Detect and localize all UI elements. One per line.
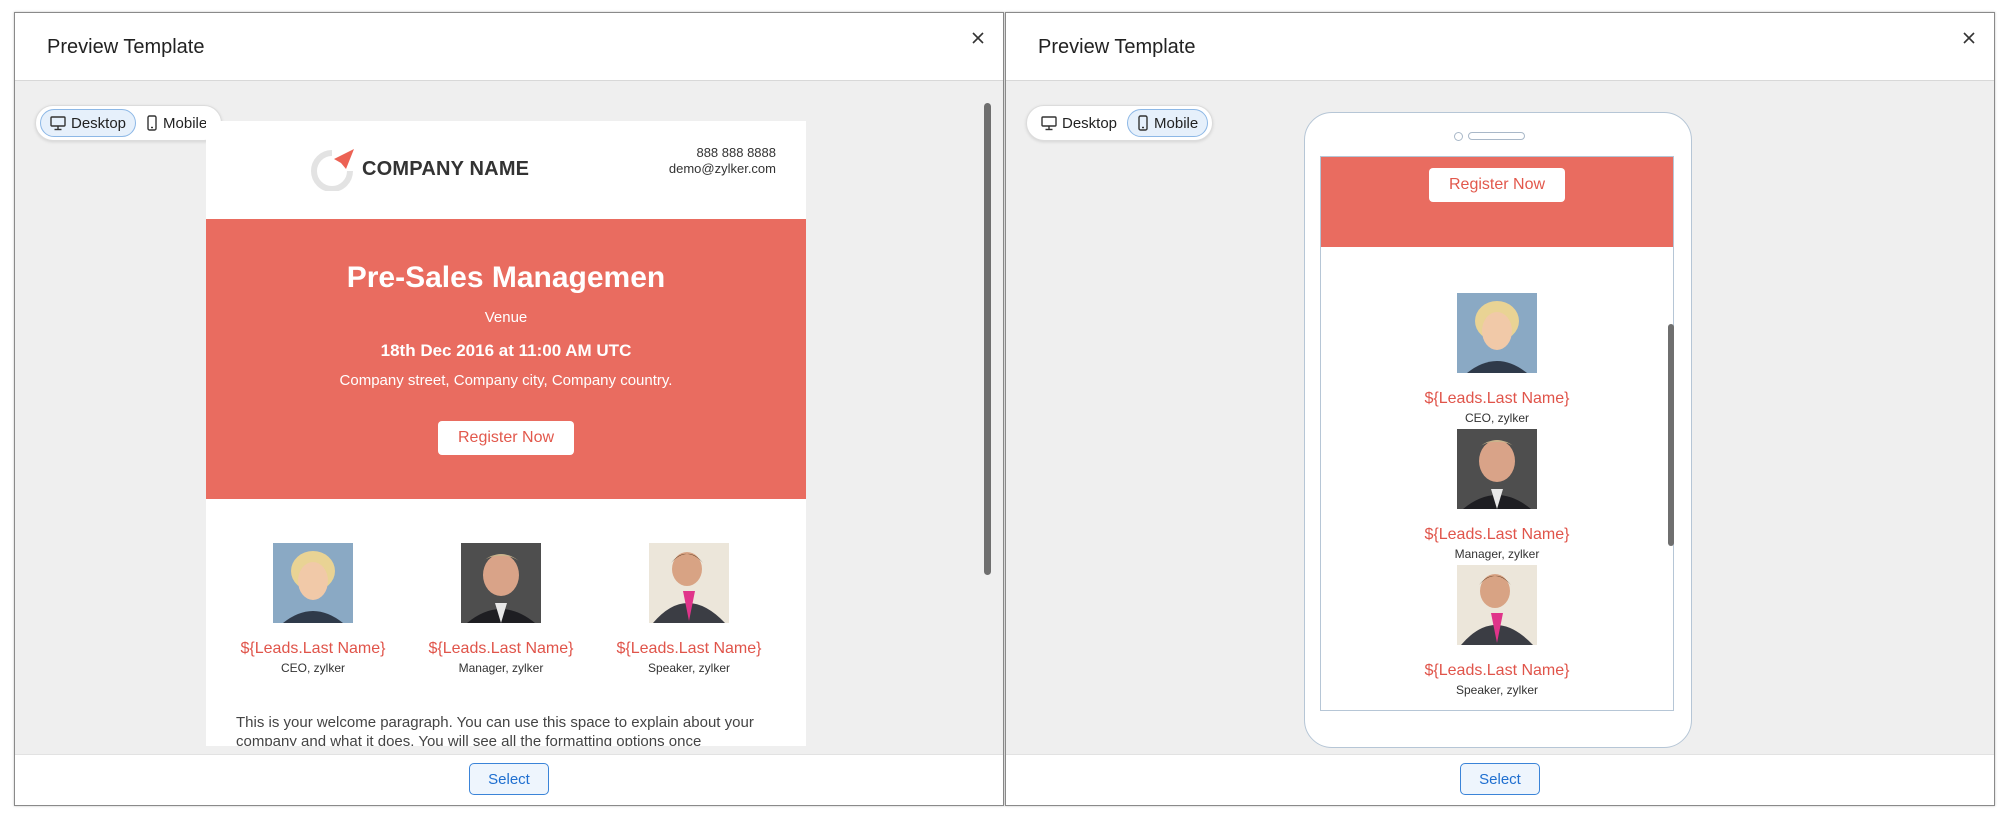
company-name: COMPANY NAME xyxy=(362,157,530,180)
contact-email[interactable]: demo@zylker.com xyxy=(669,161,776,177)
speaker-role: CEO, zylker xyxy=(280,661,345,675)
event-banner: Pre-Sales Managemen Venue 18th Dec 2016 … xyxy=(206,219,806,499)
speaker-photo xyxy=(461,543,541,623)
speaker-card: ${Leads.Last Name} Manager, zylker xyxy=(1321,429,1673,561)
modal-footer: Select xyxy=(15,754,1003,805)
speaker-card: ${Leads.Last Name} CEO, zylker xyxy=(1321,293,1673,425)
scrollbar[interactable] xyxy=(984,103,991,575)
preview-template-modal-mobile: Preview Template Desktop Mobile Register… xyxy=(1005,12,1995,806)
speaker-photo xyxy=(1457,293,1537,373)
contact-phone: 888 888 8888 xyxy=(696,145,776,160)
speaker-name: ${Leads.Last Name} xyxy=(616,640,762,657)
speaker-name: ${Leads.Last Name} xyxy=(428,640,574,657)
speaker-card: ${Leads.Last Name} Speaker, zylker xyxy=(599,543,779,675)
speaker-role: Manager, zylker xyxy=(1454,547,1540,561)
speaker-photo xyxy=(1457,429,1537,509)
phone-screen: Register Now ${Leads.Last Name} CEO, zyl… xyxy=(1320,156,1674,711)
phone-icon xyxy=(1138,115,1148,131)
email-header: COMPANY NAME 888 888 8888 demo@zylker.co… xyxy=(206,121,806,219)
modal-title: Preview Template xyxy=(1038,36,1196,58)
register-now-button[interactable]: Register Now xyxy=(438,421,574,455)
close-icon[interactable] xyxy=(967,27,989,49)
mobile-label: Mobile xyxy=(1154,114,1199,132)
company-logo: COMPANY NAME xyxy=(310,147,529,191)
register-now-button[interactable]: Register Now xyxy=(1429,168,1565,202)
modal-footer: Select xyxy=(1006,754,1994,805)
mobile-label: Mobile xyxy=(163,114,208,132)
event-venue: Venue xyxy=(484,309,528,326)
mobile-view-button[interactable]: Mobile xyxy=(1127,109,1209,137)
desktop-label: Desktop xyxy=(71,114,127,132)
modal-header: Preview Template xyxy=(1006,13,1994,81)
speaker-name: ${Leads.Last Name} xyxy=(1424,526,1570,543)
desktop-label: Desktop xyxy=(1062,114,1118,132)
preview-template-modal-desktop: Preview Template Desktop Mobile COMPANY … xyxy=(14,12,1004,806)
modal-title: Preview Template xyxy=(47,36,205,58)
modal-body: Desktop Mobile COMPANY NAME 888 888 8888… xyxy=(15,81,1003,755)
speaker-card: ${Leads.Last Name} Manager, zylker xyxy=(411,543,591,675)
monitor-icon xyxy=(50,115,66,130)
event-date: 18th Dec 2016 at 11:00 AM UTC xyxy=(380,341,632,360)
select-button[interactable]: Select xyxy=(1460,763,1540,795)
speaker-role: Manager, zylker xyxy=(458,661,544,675)
event-title: Pre-Sales Managemen xyxy=(346,261,666,294)
phone-icon xyxy=(147,115,157,131)
speaker-role: Speaker, zylker xyxy=(647,661,731,675)
contact-info: 888 888 8888 demo@zylker.com xyxy=(669,145,776,177)
phone-speaker xyxy=(1468,132,1525,140)
speaker-name: ${Leads.Last Name} xyxy=(1424,390,1570,407)
email-preview: COMPANY NAME 888 888 8888 demo@zylker.co… xyxy=(206,121,806,746)
desktop-view-button[interactable]: Desktop xyxy=(1031,109,1127,137)
event-banner: Register Now xyxy=(1321,157,1673,247)
phone-scrollbar[interactable] xyxy=(1668,324,1674,546)
event-address: Company street, Company city, Company co… xyxy=(339,372,673,389)
speaker-name: ${Leads.Last Name} xyxy=(1424,662,1570,679)
phone-frame: Register Now ${Leads.Last Name} CEO, zyl… xyxy=(1304,112,1692,748)
speaker-photo xyxy=(1457,565,1537,645)
modal-header: Preview Template xyxy=(15,13,1003,81)
speaker-photo xyxy=(649,543,729,623)
phone-camera xyxy=(1454,132,1463,141)
speaker-role: CEO, zylker xyxy=(1464,411,1529,425)
desktop-view-button[interactable]: Desktop xyxy=(40,109,137,137)
select-button[interactable]: Select xyxy=(469,763,549,795)
speaker-card: ${Leads.Last Name} CEO, zylker xyxy=(223,543,403,675)
speaker-name: ${Leads.Last Name} xyxy=(240,640,386,657)
monitor-icon xyxy=(1041,115,1057,130)
speaker-photo xyxy=(273,543,353,623)
view-toggle: Desktop Mobile xyxy=(35,105,223,141)
close-icon[interactable] xyxy=(1958,27,1980,49)
speaker-role: Speaker, zylker xyxy=(1455,683,1539,697)
modal-body: Desktop Mobile Register Now ${Leads.Last… xyxy=(1006,81,1994,755)
paper-plane-logo-icon xyxy=(311,149,354,191)
view-toggle: Desktop Mobile xyxy=(1026,105,1214,141)
speaker-card: ${Leads.Last Name} Speaker, zylker xyxy=(1321,565,1673,697)
welcome-paragraph: This is your welcome paragraph. You can … xyxy=(236,714,754,746)
